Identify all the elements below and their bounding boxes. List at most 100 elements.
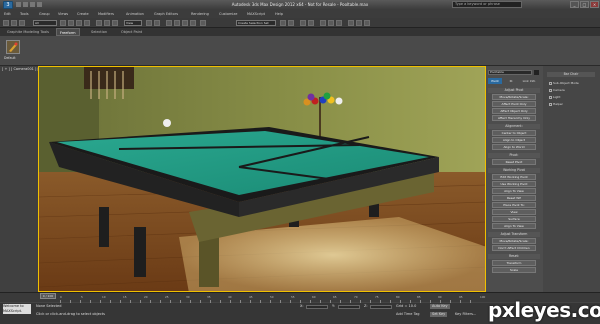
tab-object-paint[interactable]: Object Paint <box>118 28 145 36</box>
menu-group[interactable]: Group <box>39 10 50 18</box>
menu-rendering[interactable]: Rendering <box>191 10 209 18</box>
select-manipulate-button[interactable] <box>154 20 160 26</box>
named-selection-sets-dropdown[interactable]: Create Selection Set <box>236 20 276 26</box>
tab-ik[interactable]: IK <box>504 78 518 84</box>
percent-snap-button[interactable] <box>182 20 188 26</box>
menu-edit[interactable]: Edit <box>4 10 11 18</box>
align-button[interactable] <box>288 20 294 26</box>
window-crossing-button[interactable] <box>84 20 90 26</box>
reference-coordinate-dropdown[interactable]: View <box>124 20 142 26</box>
panel-checkbox-row[interactable]: Camera <box>549 87 565 92</box>
render-production-button[interactable] <box>364 20 370 26</box>
angle-snap-button[interactable] <box>174 20 180 26</box>
menu-views[interactable]: Views <box>58 10 68 18</box>
rollout-button[interactable]: Edit Working Pivot <box>492 174 536 180</box>
menu-modifiers[interactable]: Modifiers <box>98 10 114 18</box>
rollout-button[interactable]: View <box>492 209 536 215</box>
rollout-button[interactable]: Align to World <box>492 144 536 150</box>
menu-customize[interactable]: Customize <box>219 10 237 18</box>
camera-viewport[interactable] <box>38 66 486 292</box>
save-file-icon[interactable] <box>30 2 35 7</box>
new-file-icon[interactable] <box>16 2 21 7</box>
minimize-button[interactable]: _ <box>570 1 579 8</box>
rollout-button[interactable]: Align To View <box>492 223 536 229</box>
panel-checkbox-row[interactable]: Sub-Object Mode <box>549 80 579 85</box>
tab-graphite-modeling-tools[interactable]: Graphite Modeling Tools <box>4 28 52 36</box>
tab-link-info[interactable]: Link Info <box>520 78 538 84</box>
maximize-button[interactable]: □ <box>580 1 589 8</box>
render-setup-button[interactable] <box>348 20 354 26</box>
rollout-button[interactable]: Reset Pivot <box>492 159 536 165</box>
rollout-button[interactable]: Affect Hierarchy Only <box>492 115 536 121</box>
rollout-button[interactable]: Reset WP <box>492 195 536 201</box>
select-object-button[interactable] <box>60 20 66 26</box>
menu-maxscript[interactable]: MAXScript <box>247 10 265 18</box>
close-button[interactable]: × <box>590 1 599 8</box>
rollout-button[interactable]: Don't Affect Children <box>492 245 536 251</box>
checkbox[interactable] <box>549 88 552 92</box>
rectangular-selection-button[interactable] <box>76 20 82 26</box>
menu-tools[interactable]: Tools <box>20 10 29 18</box>
tab-selection[interactable]: Selection <box>88 28 110 36</box>
rollout-button[interactable]: Move/Rotate/Scale: <box>492 94 536 100</box>
rollout-header[interactable]: Pivot: <box>488 153 540 158</box>
mirror-button[interactable] <box>280 20 286 26</box>
undo-icon[interactable] <box>37 2 42 7</box>
application-button[interactable]: 3 <box>3 1 13 9</box>
checkbox[interactable] <box>549 102 552 106</box>
y-coordinate-field[interactable] <box>338 305 360 309</box>
rollout-button[interactable]: Scale <box>492 267 536 273</box>
checkbox[interactable] <box>549 95 552 99</box>
rollout-header[interactable]: Reset: <box>488 254 540 259</box>
undo-button[interactable] <box>3 20 9 26</box>
rollout-button[interactable]: Surface <box>492 216 536 222</box>
object-name-field[interactable]: Pooltable <box>488 70 532 75</box>
rollout-button[interactable]: Align To View <box>492 188 536 194</box>
curve-editor-button[interactable] <box>320 20 326 26</box>
pivot-center-button[interactable] <box>146 20 152 26</box>
time-slider[interactable]: 0 / 100 <box>40 293 56 299</box>
edit-named-selection-button[interactable] <box>200 20 206 26</box>
x-coordinate-field[interactable] <box>306 305 328 309</box>
rollout-header[interactable]: Alignment: <box>488 124 540 129</box>
rollout-button[interactable]: Affect Pivot Only <box>492 101 536 107</box>
set-key-button[interactable]: Set Key <box>430 312 448 317</box>
open-file-icon[interactable] <box>23 2 28 7</box>
key-filters-button[interactable]: Key Filters... <box>455 312 476 317</box>
rollout-header[interactable]: Adjust Pivot <box>488 88 540 93</box>
rendered-frame-window-button[interactable] <box>356 20 362 26</box>
search-input[interactable]: Type a keyword or phrase <box>452 1 522 8</box>
rollout-header[interactable]: Adjust Transform <box>488 232 540 237</box>
menu-graph-editors[interactable]: Graph Editors <box>154 10 178 18</box>
rollout-button[interactable]: Affect Object Only <box>492 108 536 114</box>
selection-filter-dropdown[interactable]: All <box>33 20 57 26</box>
spinner-snap-button[interactable] <box>190 20 196 26</box>
maxscript-listener[interactable]: Welcome to MAXScript. <box>3 304 31 314</box>
rollout-button[interactable]: Center to Object <box>492 130 536 136</box>
scale-button[interactable] <box>112 20 118 26</box>
auto-key-button[interactable]: Auto Key <box>430 304 450 309</box>
rotate-button[interactable] <box>104 20 110 26</box>
redo-button[interactable] <box>11 20 17 26</box>
menu-animation[interactable]: Animation <box>126 10 144 18</box>
graphite-toggle-button[interactable] <box>308 20 314 26</box>
add-time-tag[interactable]: Add Time Tag <box>396 312 420 317</box>
rollout-button[interactable]: Align to Object <box>492 137 536 143</box>
link-button[interactable] <box>19 20 25 26</box>
rollout-button[interactable]: Move/Rotate/Scale: <box>492 238 536 244</box>
menu-help[interactable]: Help <box>275 10 283 18</box>
move-button[interactable] <box>96 20 102 26</box>
z-coordinate-field[interactable] <box>370 305 392 309</box>
material-editor-button[interactable] <box>336 20 342 26</box>
tab-freeform[interactable]: Freeform <box>56 28 80 36</box>
menu-create[interactable]: Create <box>77 10 89 18</box>
rollout-button[interactable]: Place Pivot To: <box>492 202 536 208</box>
select-by-name-button[interactable] <box>68 20 74 26</box>
schematic-view-button[interactable] <box>328 20 334 26</box>
panel-checkbox-row[interactable]: Helper <box>549 101 563 106</box>
rollout-header[interactable]: Working Pivot <box>488 168 540 173</box>
tab-pivot[interactable]: Pivot <box>488 78 502 84</box>
panel-checkbox-row[interactable]: Light <box>549 94 561 99</box>
rollout-button[interactable]: Transform <box>492 260 536 266</box>
layer-manager-button[interactable] <box>300 20 306 26</box>
